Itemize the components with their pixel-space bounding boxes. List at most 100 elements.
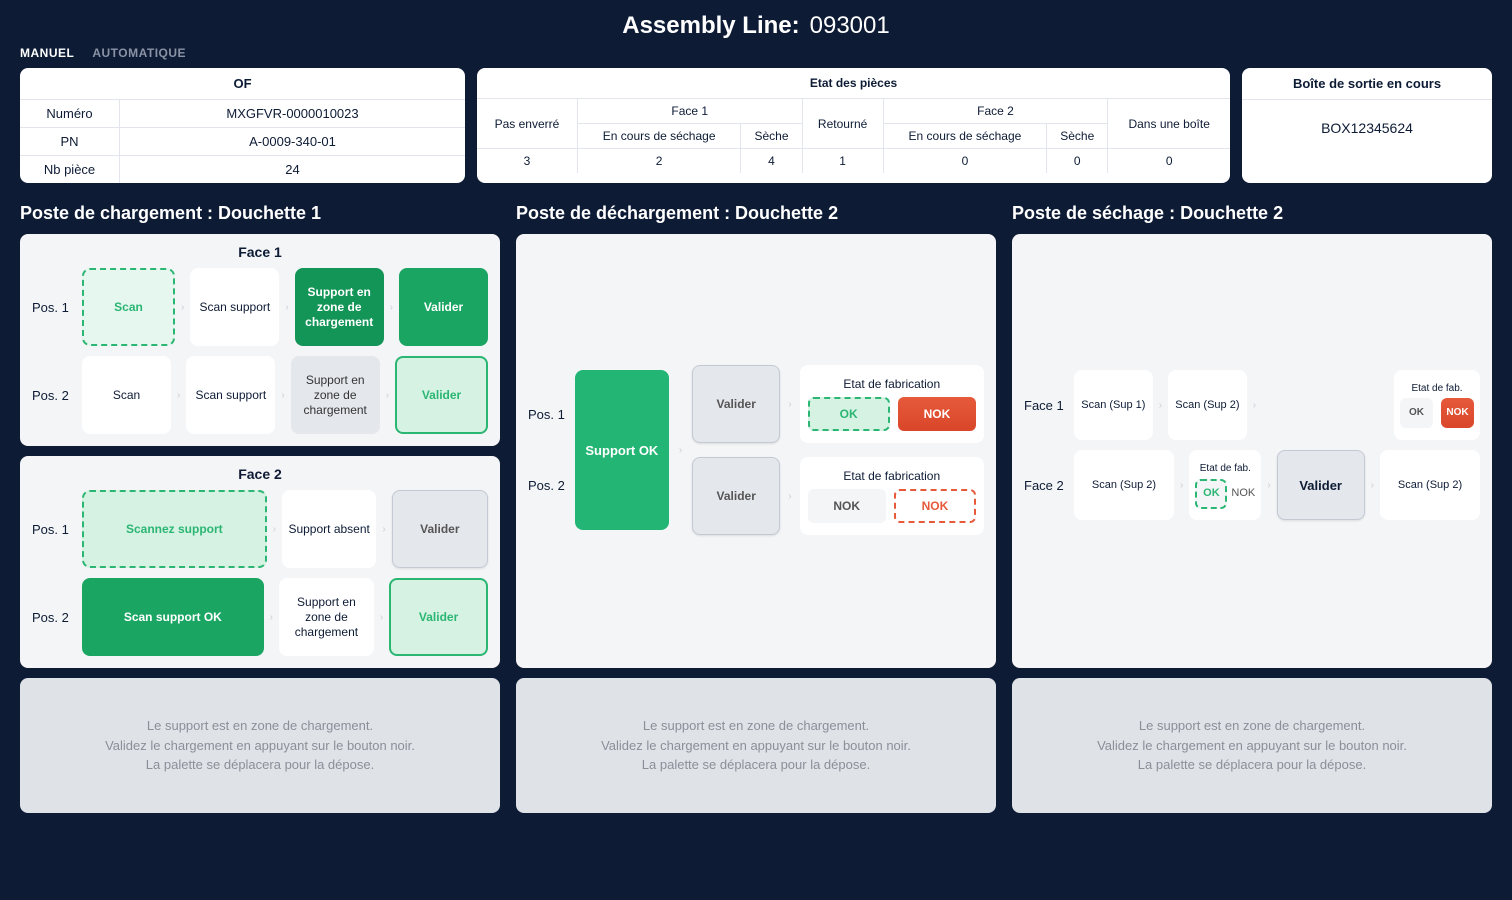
card-dechargement: Pos. 1 Pos. 2 Support OK › Valider › Eta…	[516, 234, 996, 668]
f2p2-valider[interactable]: Valider	[389, 578, 488, 656]
dp2-valider[interactable]: Valider	[692, 457, 780, 535]
f1p1-zone[interactable]: Support en zone de chargement	[295, 268, 384, 346]
of-panel: OF NuméroMXGFVR-0000010023 PNA-0009-340-…	[20, 68, 465, 183]
dp1-valider[interactable]: Valider	[692, 365, 780, 443]
th-dans-boite: Dans une boîte	[1108, 99, 1230, 149]
th-retourne: Retourné	[802, 99, 883, 149]
chevron-right-icon: ›	[1159, 400, 1162, 411]
tab-manuel[interactable]: MANUEL	[20, 46, 74, 60]
chevron-right-icon: ›	[177, 390, 180, 401]
col-chargement: Poste de chargement : Douchette 1 Face 1…	[20, 203, 500, 813]
etat-header: Etat des pièces	[477, 68, 1230, 99]
tab-automatique[interactable]: AUTOMATIQUE	[92, 46, 186, 60]
val-f1c: 2	[577, 149, 741, 174]
s2-ok[interactable]: OK	[1195, 479, 1227, 509]
card-face1-title: Face 1	[32, 244, 488, 260]
card-sechage: Face 1 Scan (Sup 1) › Scan (Sup 2) › Eta…	[1012, 234, 1492, 668]
of-header: OF	[20, 68, 465, 100]
chevron-right-icon: ›	[1253, 400, 1256, 411]
f1-pos2-label: Pos. 2	[32, 388, 76, 403]
card-face2: Face 2 Pos. 1 Scannez support › Support …	[20, 456, 500, 668]
f2p1-scannez-support[interactable]: Scannez support	[82, 490, 267, 568]
msg-sechage: Le support est en zone de chargement.Val…	[1012, 678, 1492, 813]
f1p2-zone[interactable]: Support en zone de chargement	[291, 356, 380, 434]
s2-nok[interactable]: NOK	[1231, 479, 1255, 509]
th-face1: Face 1	[577, 99, 802, 124]
chevron-right-icon: ›	[270, 612, 273, 623]
col-dechargement: Poste de déchargement : Douchette 2 Pos.…	[516, 203, 996, 813]
f1p1-valider[interactable]: Valider	[399, 268, 488, 346]
col-sechage: Poste de séchage : Douchette 2 Face 1 Sc…	[1012, 203, 1492, 813]
s1-scan-sup2[interactable]: Scan (Sup 2)	[1168, 370, 1247, 440]
card-face2-title: Face 2	[32, 466, 488, 482]
f2-pos1-label: Pos. 1	[32, 522, 76, 537]
of-nb-label: Nb pièce	[20, 156, 120, 183]
f1p1-scan[interactable]: Scan	[82, 268, 175, 346]
d-pos2-label: Pos. 2	[528, 478, 565, 493]
d-pos1-label: Pos. 1	[528, 407, 565, 422]
dp1-nok[interactable]: NOK	[898, 397, 976, 431]
th-f2-seche: Sèche	[1047, 124, 1108, 149]
f1p2-scan-support[interactable]: Scan support	[186, 356, 275, 434]
f2p2-scan-support-ok[interactable]: Scan support OK	[82, 578, 264, 656]
etat-table: Pas enverré Face 1 Retourné Face 2 Dans …	[477, 99, 1230, 173]
chevron-right-icon: ›	[390, 302, 393, 313]
f1p2-valider[interactable]: Valider	[395, 356, 488, 434]
s2-etat: Etat de fab. OK NOK	[1189, 450, 1261, 520]
f2p1-valider[interactable]: Valider	[392, 490, 488, 568]
msg-chargement: Le support est en zone de chargement.Val…	[20, 678, 500, 813]
of-numero-label: Numéro	[20, 100, 120, 127]
val-pas: 3	[477, 149, 577, 174]
dp2-ok-nok[interactable]: NOK	[808, 489, 886, 523]
val-f2c: 0	[883, 149, 1047, 174]
s1-etat-title: Etat de fab.	[1400, 383, 1474, 394]
chevron-right-icon: ›	[380, 612, 383, 623]
s2-valider[interactable]: Valider	[1277, 450, 1365, 520]
s1-nok[interactable]: NOK	[1441, 398, 1474, 428]
card-face1: Face 1 Pos. 1 Scan › Scan support › Supp…	[20, 234, 500, 446]
chevron-right-icon: ›	[679, 445, 682, 456]
chevron-right-icon: ›	[788, 491, 791, 502]
dp2-nok[interactable]: NOK	[894, 489, 976, 523]
mode-tabs: MANUEL AUTOMATIQUE	[20, 46, 1492, 60]
th-face2: Face 2	[883, 99, 1108, 124]
of-pn-value: A-0009-340-01	[120, 128, 465, 155]
th-pas-enverre: Pas enverré	[477, 99, 577, 149]
s1-scan-sup1[interactable]: Scan (Sup 1)	[1074, 370, 1153, 440]
chevron-right-icon: ›	[382, 524, 385, 535]
boite-value: BOX12345624	[1242, 100, 1492, 156]
f2p1-support-absent[interactable]: Support absent	[282, 490, 376, 568]
of-nb-value: 24	[120, 156, 465, 183]
chevron-right-icon: ›	[273, 524, 276, 535]
chevron-right-icon: ›	[281, 390, 284, 401]
val-f1s: 4	[741, 149, 802, 174]
f1p1-scan-support[interactable]: Scan support	[190, 268, 279, 346]
s2-scan-sup2a[interactable]: Scan (Sup 2)	[1074, 450, 1174, 520]
etat-panel: Etat des pièces Pas enverré Face 1 Retou…	[477, 68, 1230, 183]
chevron-right-icon: ›	[1371, 480, 1374, 491]
s1-ok[interactable]: OK	[1400, 398, 1433, 428]
s2-etat-title: Etat de fab.	[1200, 462, 1251, 475]
page-title: Assembly Line:093001	[20, 12, 1492, 40]
of-numero-value: MXGFVR-0000010023	[120, 100, 465, 127]
s2-scan-sup2b[interactable]: Scan (Sup 2)	[1380, 450, 1480, 520]
dp2-etat-title: Etat de fabrication	[808, 469, 976, 483]
f2p2-zone[interactable]: Support en zone de chargement	[279, 578, 374, 656]
f1p2-scan[interactable]: Scan	[82, 356, 171, 434]
msg-dechargement: Le support est en zone de chargement.Val…	[516, 678, 996, 813]
chevron-right-icon: ›	[788, 399, 791, 410]
chevron-right-icon: ›	[1180, 480, 1183, 491]
dp1-etat: Etat de fabrication OK NOK	[800, 365, 984, 443]
dp1-ok[interactable]: OK	[808, 397, 890, 431]
th-f1-cours: En cours de séchage	[577, 124, 741, 149]
chevron-right-icon: ›	[386, 390, 389, 401]
s-face2-label: Face 2	[1024, 478, 1068, 493]
f1-pos1-label: Pos. 1	[32, 300, 76, 315]
col1-title: Poste de chargement : Douchette 1	[20, 203, 500, 224]
val-f2s: 0	[1047, 149, 1108, 174]
s-face1-label: Face 1	[1024, 398, 1068, 413]
support-ok[interactable]: Support OK	[575, 370, 669, 530]
chevron-right-icon: ›	[1267, 480, 1270, 491]
dp2-etat: Etat de fabrication NOK NOK	[800, 457, 984, 535]
th-f1-seche: Sèche	[741, 124, 802, 149]
